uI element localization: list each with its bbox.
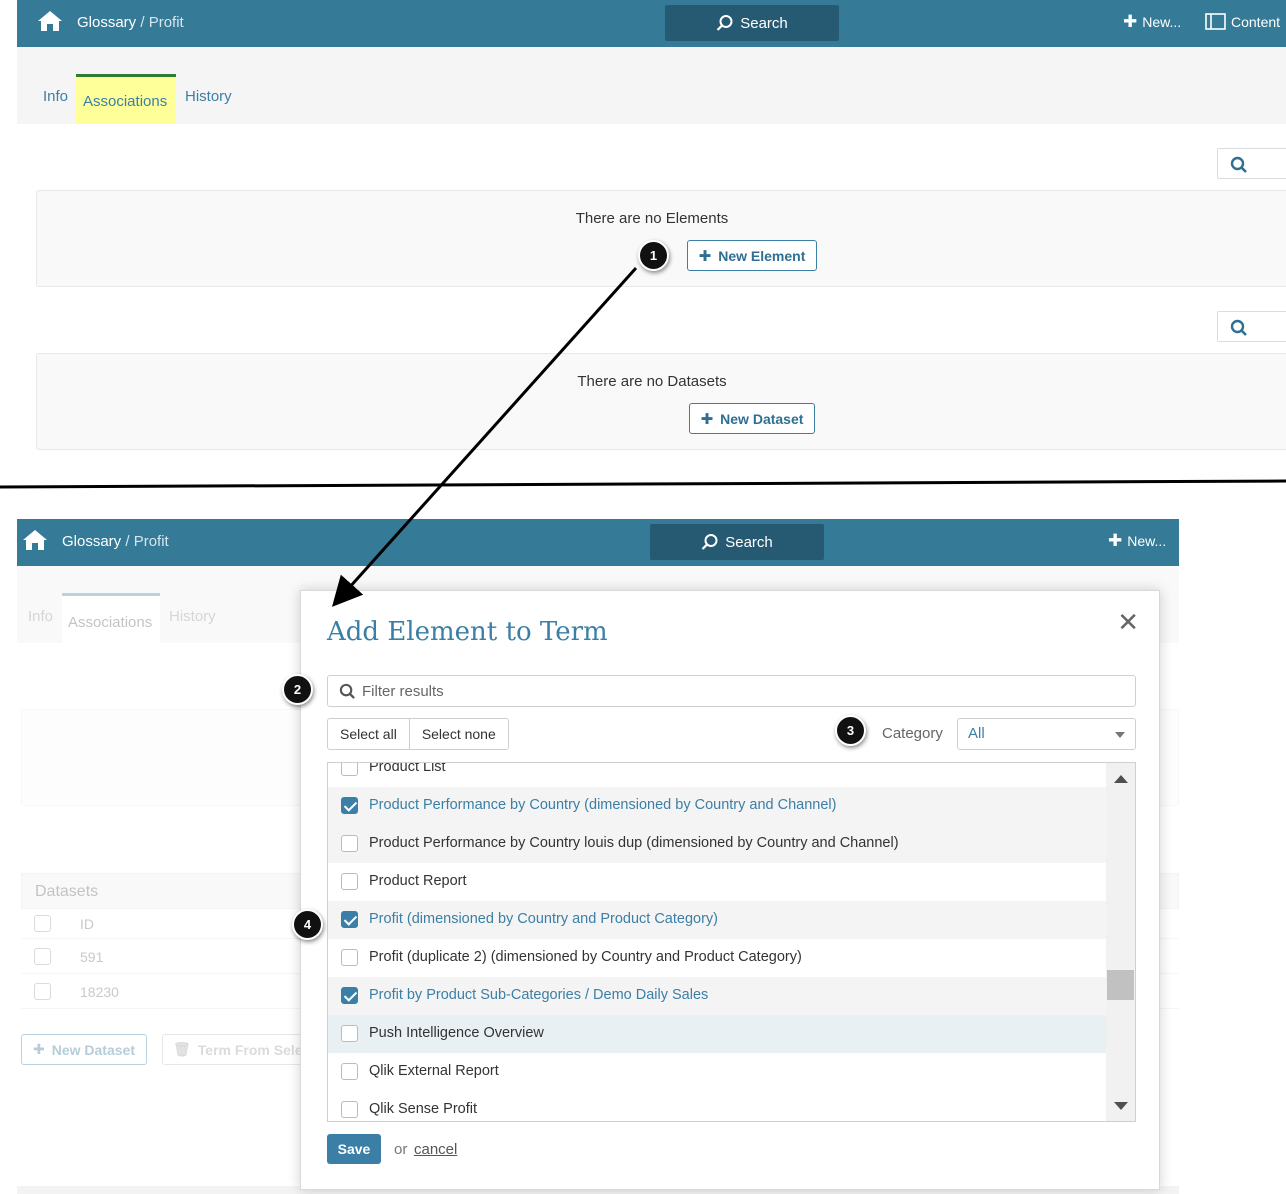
callout-badge-4: 4	[292, 909, 323, 940]
callout-badge-1: 1	[638, 240, 669, 271]
callout-arrow	[331, 266, 638, 607]
tutorial-composite: Glossary / Profit Search ✚ New... Conten…	[0, 0, 1286, 1194]
callout-badge-2: 2	[282, 674, 313, 705]
callout-badge-3: 3	[835, 715, 866, 746]
